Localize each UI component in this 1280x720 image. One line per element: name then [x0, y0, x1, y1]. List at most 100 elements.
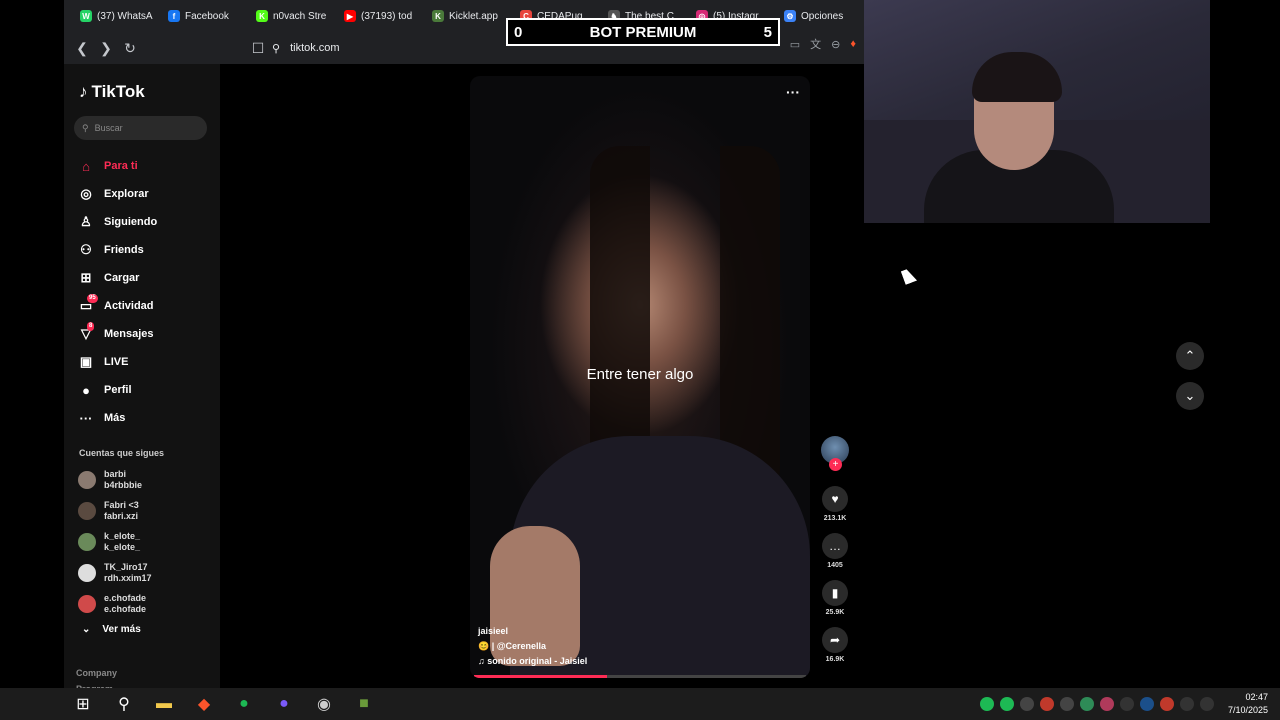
reload-button[interactable]: ↻	[118, 36, 142, 60]
browser-tab[interactable]: ⚙ Opciones	[776, 0, 864, 32]
video-more-icon[interactable]: ···	[786, 84, 800, 100]
nav-item[interactable]: ▣ LIVE	[78, 348, 157, 376]
tab-favicon-icon: K	[432, 10, 444, 22]
nav-item[interactable]: ▭ 95 Actividad	[78, 292, 157, 320]
share-button[interactable]: ➦	[822, 627, 848, 653]
followed-account[interactable]: barbi b4rbbbie	[78, 464, 152, 495]
followed-account[interactable]: k_elote_ k_elote_	[78, 526, 152, 557]
followed-account-handle: b4rbbbie	[104, 479, 143, 490]
browser-tab[interactable]: ▶ (37193) tod	[336, 0, 424, 32]
video-progress-fill	[474, 675, 607, 678]
brave-shield-icon[interactable]: ♦	[850, 38, 856, 50]
followed-account[interactable]: Fabri <3 fabri.xzi	[78, 495, 152, 526]
video-player[interactable]: ··· Entre tener algo jaisieel 😊 | @Ceren…	[470, 76, 810, 678]
tray-steam-icon[interactable]	[1139, 697, 1154, 711]
next-video-button[interactable]: ⌄	[1176, 382, 1204, 410]
company-link[interactable]: Company	[76, 665, 117, 681]
avatar	[78, 532, 96, 551]
like-button[interactable]: ♥	[822, 486, 848, 512]
forward-button[interactable]: ❯	[94, 36, 118, 60]
volume-icon[interactable]	[1199, 697, 1214, 711]
bookmark-icon[interactable]: ☐	[246, 36, 270, 60]
followed-account[interactable]: TK_Jiro17 rdh.xxim17	[78, 557, 152, 588]
tray-discord-icon[interactable]	[1019, 697, 1034, 711]
main-nav: ⌂ Para ti ◎ Explorar ♙ Siguiendo ⚇ Friends ⊞ Carg…	[78, 152, 158, 432]
browser-tab[interactable]: f Facebook	[160, 0, 248, 32]
search-icon[interactable]: ⚲	[104, 688, 144, 720]
followed-account-name: k_elote_	[104, 530, 141, 541]
zoom-icon[interactable]: ⊖	[831, 38, 840, 51]
video-author[interactable]: jaisieel	[478, 624, 587, 639]
tray-app-icon[interactable]	[979, 697, 994, 711]
nav-item[interactable]: ⊞ Cargar	[78, 264, 157, 292]
nav-item[interactable]: ⌂ Para ti	[78, 152, 157, 180]
tray-app-icon[interactable]	[1099, 697, 1114, 711]
nav-item[interactable]: ◎ Explorar	[78, 180, 157, 208]
file-explorer-icon[interactable]: ▬	[144, 688, 184, 720]
nav-item[interactable]: ▽ 8 Mensajes	[78, 320, 157, 348]
followed-account-handle: k_elote_	[104, 541, 141, 552]
search-placeholder: Buscar	[94, 123, 123, 133]
browser-tab[interactable]: Kn0vach Stre	[248, 0, 336, 32]
following-icon: ♙	[80, 214, 92, 229]
obs-icon[interactable]: ◉	[304, 688, 344, 720]
chevron-up-icon: ⌃	[1184, 348, 1196, 363]
avatar	[78, 594, 96, 613]
cast-icon[interactable]: ▭	[790, 38, 800, 51]
creator-avatar[interactable]: +	[821, 436, 849, 471]
save-count: 25.9K	[825, 609, 845, 616]
browser-tab[interactable]: W (37) WhatsA	[72, 0, 160, 32]
nav-label: Actividad	[104, 300, 154, 312]
video-sound: sonido original - Jaisiel	[487, 656, 588, 666]
followed-account[interactable]: e.chofade e.chofade	[78, 588, 152, 619]
system-tray: 02:47 7/10/2025	[979, 688, 1280, 720]
previous-video-button[interactable]: ⌃	[1176, 342, 1204, 370]
tray-app-icon[interactable]	[1079, 697, 1094, 711]
see-more-button[interactable]: ⌄ Ver más	[82, 624, 141, 635]
profile-icon: ●	[82, 382, 90, 398]
nav-label: Más	[104, 412, 126, 424]
video-sound-row[interactable]: ♫ sonido original - Jaisiel	[478, 654, 587, 669]
tray-app-icon[interactable]	[1159, 697, 1174, 711]
tray-obs-icon[interactable]	[1059, 697, 1074, 711]
tab-label: (37) WhatsA	[97, 10, 153, 22]
back-button[interactable]: ❮	[70, 36, 94, 60]
nav-label: Perfil	[104, 384, 132, 396]
followed-account-name: barbi	[104, 468, 127, 479]
tiktok-logo[interactable]: ♪ TikTok	[79, 82, 145, 102]
followed-account-handle: e.chofade	[104, 603, 147, 614]
comment-button[interactable]: …	[822, 533, 848, 559]
nav-item[interactable]: ··· Más	[78, 404, 157, 432]
video-progress-bar[interactable]	[474, 675, 806, 678]
tray-app-icon[interactable]	[1039, 697, 1054, 711]
nav-item[interactable]: ● Perfil	[78, 376, 157, 404]
followed-account-text: Fabri <3 fabri.xzi	[104, 500, 139, 522]
tiktok-sidebar: ♪ TikTok ⚲ Buscar ⌂ Para ti ◎ Explorar ♙ Sigu…	[64, 64, 220, 694]
followed-account-handle: rdh.xxim17	[104, 572, 152, 583]
browser-tab[interactable]: K Kicklet.app	[424, 0, 512, 32]
brave-browser-icon[interactable]: ◆	[184, 688, 224, 720]
site-info-icon[interactable]: ⚲	[272, 42, 280, 55]
follow-plus-icon[interactable]: +	[829, 458, 842, 471]
clock[interactable]: 02:47 7/10/2025	[1228, 691, 1268, 717]
video-description: | @Cerenella	[491, 641, 547, 651]
followed-account-handle: fabri.xzi	[104, 510, 139, 521]
discord-icon[interactable]: ●	[264, 688, 304, 720]
share-count: 16.9K	[825, 656, 845, 663]
save-button[interactable]: ▮	[822, 580, 848, 606]
network-icon[interactable]	[1179, 697, 1194, 711]
windows-start-icon[interactable]: ⊞	[62, 688, 104, 720]
address-bar[interactable]: ⚲ tiktok.com	[272, 36, 512, 60]
translate-icon[interactable]: 文	[810, 36, 821, 52]
spotify-icon[interactable]: ●	[224, 688, 264, 720]
search-input[interactable]: ⚲ Buscar	[74, 116, 207, 140]
nav-item[interactable]: ⚇ Friends	[78, 236, 157, 264]
minecraft-icon[interactable]: ■	[344, 688, 384, 720]
see-more-label: Ver más	[102, 624, 141, 635]
tab-favicon-icon: W	[80, 10, 92, 22]
tray-language-icon[interactable]	[1119, 697, 1134, 711]
like-count: 213.1K	[823, 515, 847, 522]
tab-label: Kicklet.app	[449, 10, 498, 22]
tray-spotify-icon[interactable]	[999, 697, 1014, 711]
nav-item[interactable]: ♙ Siguiendo	[78, 208, 157, 236]
